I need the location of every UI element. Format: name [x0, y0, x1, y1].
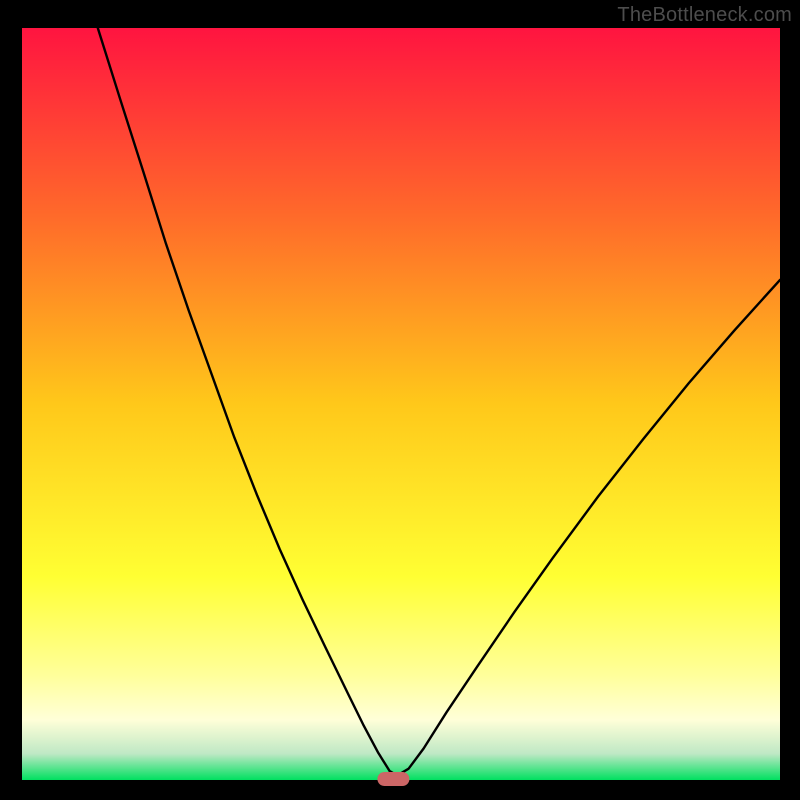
optimal-marker	[377, 772, 409, 786]
plot-background	[22, 28, 780, 780]
bottleneck-chart	[0, 0, 800, 800]
chart-container: TheBottleneck.com	[0, 0, 800, 800]
